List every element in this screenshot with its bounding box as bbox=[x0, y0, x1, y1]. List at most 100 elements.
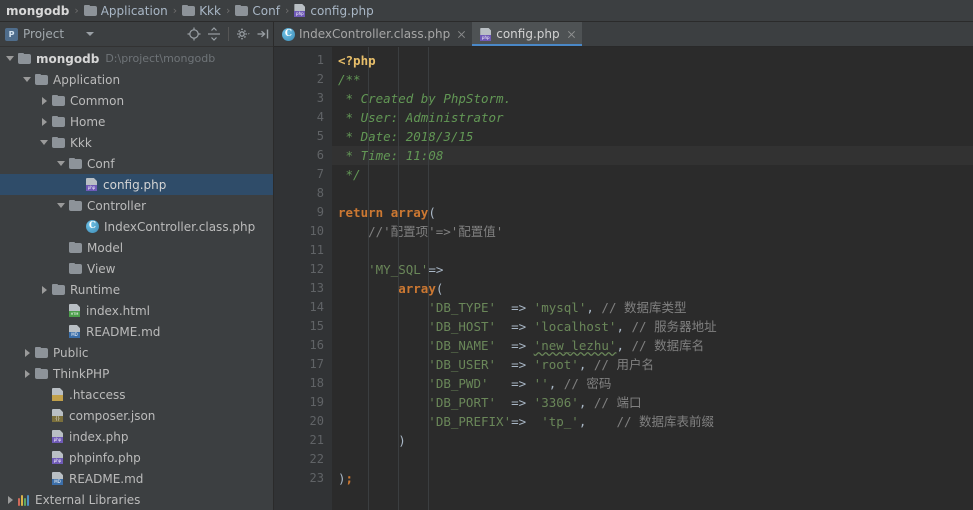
gutter-line-number[interactable]: 8 bbox=[274, 184, 332, 203]
gutter-line-number[interactable]: 11 bbox=[274, 241, 332, 260]
tree-no-arrow bbox=[39, 410, 50, 421]
tree-item-conf[interactable]: Conf bbox=[0, 153, 273, 174]
breadcrumb-item-mongodb[interactable]: mongodb bbox=[4, 0, 71, 22]
gutter-line-number[interactable]: 4 bbox=[274, 108, 332, 127]
tree-item--htaccess[interactable]: .htaccess bbox=[0, 384, 273, 405]
editor-tab-bar[interactable]: C IndexController.class.php config.php bbox=[274, 22, 973, 47]
tree-item-common[interactable]: Common bbox=[0, 90, 273, 111]
gutter-line-number[interactable]: 23 bbox=[274, 469, 332, 488]
chevron-down-icon[interactable] bbox=[86, 32, 95, 36]
breadcrumb-item-conf[interactable]: Conf bbox=[233, 0, 282, 22]
close-icon[interactable] bbox=[457, 30, 466, 39]
tree-item-external-libraries[interactable]: External Libraries bbox=[0, 489, 273, 510]
gutter-line-number[interactable]: 10 bbox=[274, 222, 332, 241]
editor-tab-config-php[interactable]: config.php bbox=[472, 22, 582, 46]
tree-item-indexcontroller-class-php[interactable]: C IndexController.class.php bbox=[0, 216, 273, 237]
tree-item-index-html[interactable]: index.html bbox=[0, 300, 273, 321]
code-token: , bbox=[578, 357, 594, 372]
code-token: // 数据库名 bbox=[631, 338, 705, 353]
gutter-line-number[interactable]: 15 bbox=[274, 317, 332, 336]
code-token: 'DB_HOST' bbox=[338, 319, 512, 334]
gutter-line-number[interactable]: 22 bbox=[274, 450, 332, 469]
chevron-down-icon[interactable] bbox=[39, 137, 50, 148]
code-token: , bbox=[586, 300, 602, 315]
tree-item-mongodb[interactable]: mongodb D:\project\mongodb bbox=[0, 48, 273, 69]
breadcrumb-item-label: Conf bbox=[252, 3, 280, 18]
code-content[interactable]: <?php /** * Created by PhpStorm. * User: … bbox=[332, 47, 973, 510]
chevron-right-icon[interactable] bbox=[39, 284, 50, 295]
breadcrumb: mongodb › Application › Kkk › Conf › config.php bbox=[0, 0, 973, 22]
gutter-line-number[interactable]: 7 bbox=[274, 165, 332, 184]
md-file-icon bbox=[52, 472, 64, 485]
chevron-down-icon[interactable] bbox=[56, 200, 67, 211]
breadcrumb-separator: › bbox=[172, 4, 178, 17]
gutter-line-number[interactable]: 21 bbox=[274, 431, 332, 450]
tree-item-config-php[interactable]: config.php bbox=[0, 174, 273, 195]
tree-item-composer-json[interactable]: composer.json bbox=[0, 405, 273, 426]
html-file-icon bbox=[69, 304, 81, 317]
code-token: , bbox=[578, 414, 617, 429]
chevron-right-icon[interactable] bbox=[22, 347, 33, 358]
tree-item-readme-md[interactable]: README.md bbox=[0, 321, 273, 342]
gutter-line-number[interactable]: 19 bbox=[274, 393, 332, 412]
folder-icon bbox=[35, 74, 48, 85]
project-tree[interactable]: mongodb D:\project\mongodb Application Comm… bbox=[0, 47, 273, 510]
chevron-down-icon[interactable] bbox=[56, 158, 67, 169]
breadcrumb-item-application[interactable]: Application bbox=[82, 0, 170, 22]
gutter-line-number[interactable]: 14 bbox=[274, 298, 332, 317]
code-editor[interactable]: 1 2 3 4 5 6 7 8 9 10 11 12 13 14 15 16 17 18 19 20 21 22 23 <?… bbox=[274, 47, 973, 510]
gutter-line-number[interactable]: 9 bbox=[274, 203, 332, 222]
chevron-right-icon[interactable] bbox=[22, 368, 33, 379]
tree-no-arrow bbox=[39, 431, 50, 442]
tree-no-arrow bbox=[56, 263, 67, 274]
editor-tab-indexcontroller-class-php[interactable]: C IndexController.class.php bbox=[274, 22, 472, 46]
tree-item-model[interactable]: Model bbox=[0, 237, 273, 258]
tree-item-view[interactable]: View bbox=[0, 258, 273, 279]
gutter-line-number[interactable]: 17 bbox=[274, 355, 332, 374]
gutter-line-number[interactable]: 1 bbox=[274, 51, 332, 70]
code-token: ) bbox=[338, 433, 406, 448]
gutter-line-number[interactable]: 13 bbox=[274, 279, 332, 298]
chevron-right-icon[interactable] bbox=[39, 116, 50, 127]
tree-item-phpinfo-php[interactable]: phpinfo.php bbox=[0, 447, 273, 468]
tree-item-home[interactable]: Home bbox=[0, 111, 273, 132]
chevron-down-icon[interactable] bbox=[5, 53, 16, 64]
code-token: ; bbox=[345, 471, 354, 486]
tree-item-thinkphp[interactable]: ThinkPHP bbox=[0, 363, 273, 384]
tree-item-readme-md[interactable]: README.md bbox=[0, 468, 273, 489]
gutter-line-number[interactable]: 12 bbox=[274, 260, 332, 279]
tree-item-controller[interactable]: Controller bbox=[0, 195, 273, 216]
tree-no-arrow bbox=[56, 326, 67, 337]
gutter-line-number[interactable]: 16 bbox=[274, 336, 332, 355]
project-badge-icon: P bbox=[5, 27, 18, 41]
tree-item-label: index.html bbox=[86, 303, 150, 318]
code-token: * Date: 2018/3/15 bbox=[338, 129, 474, 144]
code-token: => bbox=[511, 338, 534, 353]
gutter-line-number[interactable]: 18 bbox=[274, 374, 332, 393]
breadcrumb-item-config-php[interactable]: config.php bbox=[292, 0, 375, 22]
tree-item-kkk[interactable]: Kkk bbox=[0, 132, 273, 153]
project-panel: P Project mongodb D:\project\mongodb App… bbox=[0, 22, 274, 510]
gutter-line-number[interactable]: 5 bbox=[274, 127, 332, 146]
chevron-down-icon[interactable] bbox=[22, 74, 33, 85]
editor-gutter[interactable]: 1 2 3 4 5 6 7 8 9 10 11 12 13 14 15 16 17 18 19 20 21 22 23 bbox=[274, 47, 332, 510]
chevron-right-icon[interactable] bbox=[5, 494, 16, 505]
code-token: // 数据库表前缀 bbox=[616, 414, 715, 429]
chevron-right-icon[interactable] bbox=[39, 95, 50, 106]
gutter-line-number[interactable]: 6 bbox=[274, 146, 332, 165]
hide-panel-icon[interactable] bbox=[254, 25, 272, 43]
tree-item-index-php[interactable]: index.php bbox=[0, 426, 273, 447]
tree-item-application[interactable]: Application bbox=[0, 69, 273, 90]
gutter-line-number[interactable]: 3 bbox=[274, 89, 332, 108]
tree-item-public[interactable]: Public bbox=[0, 342, 273, 363]
close-icon[interactable] bbox=[567, 30, 576, 39]
gutter-line-number[interactable]: 20 bbox=[274, 412, 332, 431]
tree-item-runtime[interactable]: Runtime bbox=[0, 279, 273, 300]
breadcrumb-item-kkk[interactable]: Kkk bbox=[180, 0, 223, 22]
tree-no-arrow bbox=[73, 221, 84, 232]
settings-gear-icon[interactable] bbox=[234, 25, 252, 43]
tree-no-arrow bbox=[39, 452, 50, 463]
gutter-line-number[interactable]: 2 bbox=[274, 70, 332, 89]
collapse-all-icon[interactable] bbox=[205, 25, 223, 43]
scroll-from-source-icon[interactable] bbox=[185, 25, 203, 43]
